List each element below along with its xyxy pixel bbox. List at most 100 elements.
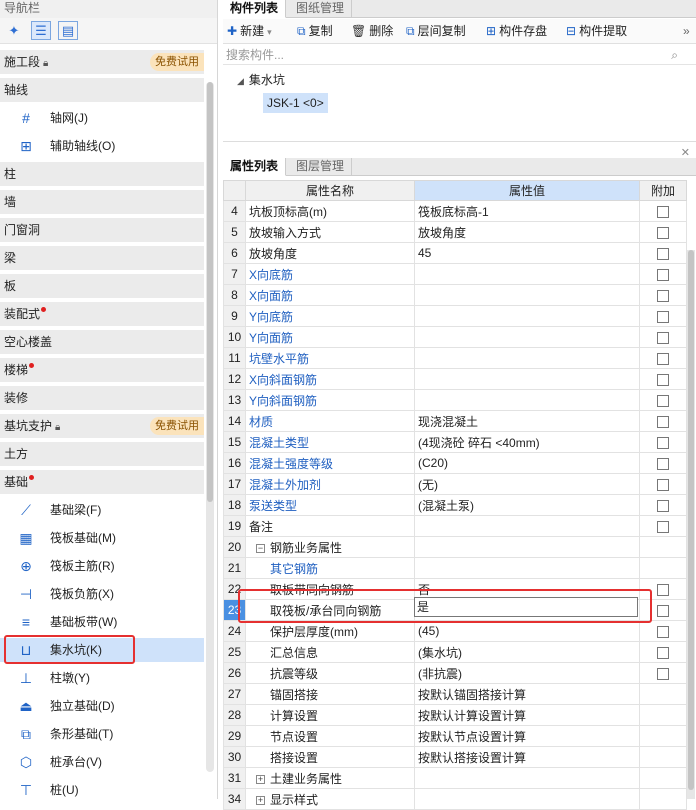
property-row[interactable]: 29 节点设置 按默认节点设置计算 [223, 725, 687, 747]
property-row[interactable]: 28 计算设置 按默认计算设置计算 [223, 704, 687, 726]
checkbox[interactable] [657, 604, 669, 617]
checkbox[interactable] [657, 583, 669, 596]
checkbox[interactable] [657, 646, 669, 659]
nav-category-hollow[interactable]: 空心楼盖 [0, 330, 204, 354]
checkbox[interactable] [657, 226, 669, 239]
nav-category-stair[interactable]: 楼梯 [0, 358, 204, 382]
nav-category-earth[interactable]: 土方 [0, 442, 204, 466]
nav-item-grid[interactable]: # 轴网(J) [0, 106, 204, 130]
nav-category-beam[interactable]: 梁 [0, 246, 204, 270]
checkbox[interactable] [657, 268, 669, 281]
property-row[interactable]: 9 Y向底筋 [223, 305, 687, 327]
property-value[interactable]: 现浇混凝土 [414, 410, 640, 432]
property-row[interactable]: 12 X向斜面钢筋 [223, 368, 687, 390]
property-value[interactable]: (集水坑) [414, 641, 640, 663]
tab-component-list[interactable]: 构件列表 [223, 0, 287, 18]
more-icon[interactable]: » [683, 23, 690, 40]
property-value[interactable]: 45 [414, 242, 640, 264]
property-value[interactable]: (45) [414, 620, 640, 642]
property-row[interactable]: 31 + 土建业务属性 [223, 767, 687, 789]
tree-root-node[interactable]: ◢ 集水坑 [237, 72, 285, 89]
checkbox[interactable] [657, 205, 669, 218]
search-icon[interactable]: ⌕ [671, 45, 678, 65]
tab-drawing-manage[interactable]: 图纸管理 [289, 0, 353, 18]
expand-icon[interactable]: + [256, 795, 265, 805]
nav-category-foundation[interactable]: 基础 [0, 470, 204, 494]
nav-category-decor[interactable]: 装修 [0, 386, 204, 410]
checkbox[interactable] [657, 667, 669, 680]
checkbox[interactable] [657, 394, 669, 407]
property-row[interactable]: 11 坑壁水平筋 [223, 347, 687, 369]
nav-category-slab[interactable]: 板 [0, 274, 204, 298]
property-value[interactable] [414, 515, 640, 537]
property-value[interactable]: (非抗震) [414, 662, 640, 684]
property-row[interactable]: 17 混凝土外加剂 (无) [223, 473, 687, 495]
checkbox[interactable] [657, 415, 669, 428]
tree-leaf-node[interactable]: JSK-1 <0> [263, 93, 328, 113]
property-value[interactable]: (C20) [414, 452, 640, 474]
free-trial-badge[interactable]: 免费试用 [150, 417, 204, 435]
checkbox[interactable] [657, 289, 669, 302]
delete-button[interactable]: 🗑︎ 删除 [351, 23, 393, 40]
property-row[interactable]: 10 Y向面筋 [223, 326, 687, 348]
checkbox[interactable] [657, 625, 669, 638]
checkbox[interactable] [657, 457, 669, 470]
property-row[interactable]: 26 抗震等级 (非抗震) [223, 662, 687, 684]
nav-category-column[interactable]: 柱 [0, 162, 204, 186]
nav-item-foundation-beam[interactable]: ⟋ 基础梁(F) [0, 498, 204, 522]
tab-layer-manage[interactable]: 图层管理 [289, 158, 353, 176]
property-value[interactable]: (无) [414, 473, 640, 495]
nav-item-aux-axis[interactable]: ⊞ 辅助轴线(O) [0, 134, 204, 158]
nav-category-construction[interactable]: 施工段 🔒︎ 免费试用 [0, 50, 204, 74]
list-view-icon[interactable]: ☰ [31, 21, 51, 40]
property-value[interactable]: 筏板底标高-1 [414, 200, 640, 222]
nav-scrollbar[interactable] [206, 82, 214, 772]
checkbox[interactable] [657, 520, 669, 533]
property-row[interactable]: 20− 钢筋业务属性 [223, 536, 687, 558]
nav-item-raft-main-rebar[interactable]: ⊕ 筏板主筋(R) [0, 554, 204, 578]
property-value[interactable] [414, 788, 640, 810]
nav-item-pier[interactable]: ⊥ 柱墩(Y) [0, 666, 204, 690]
nav-item-raft-neg-rebar[interactable]: ⊣ 筏板负筋(X) [0, 582, 204, 606]
property-value[interactable]: 按默认节点设置计算 [414, 725, 640, 747]
nav-category-door[interactable]: 门窗洞 [0, 218, 204, 242]
property-value[interactable] [414, 326, 640, 348]
property-row[interactable]: 18 泵送类型 (混凝土泵) [223, 494, 687, 516]
nav-item-pile-cap[interactable]: ⬡ 桩承台(V) [0, 750, 204, 774]
checkbox[interactable] [657, 331, 669, 344]
free-trial-badge[interactable]: 免费试用 [150, 53, 204, 71]
nav-scrollbar-thumb[interactable] [207, 82, 213, 502]
property-row[interactable]: 6 放坡角度 45 [223, 242, 687, 264]
property-row[interactable]: 25 汇总信息 (集水坑) [223, 641, 687, 663]
property-value[interactable] [414, 389, 640, 411]
property-value[interactable] [414, 263, 640, 285]
nav-category-prefab[interactable]: 装配式 [0, 302, 204, 326]
tab-property-list[interactable]: 属性列表 [223, 158, 287, 176]
checkbox[interactable] [657, 436, 669, 449]
property-value[interactable] [414, 368, 640, 390]
nav-item-strip-footing[interactable]: ⧉ 条形基础(T) [0, 722, 204, 746]
property-value[interactable]: (混凝土泵) [414, 494, 640, 516]
checkbox[interactable] [657, 373, 669, 386]
nav-item-slab-band[interactable]: ≡ 基础板带(W) [0, 610, 204, 634]
nav-category-axis[interactable]: 轴线 [0, 78, 204, 102]
extract-component-button[interactable]: ⊟ 构件提取 [566, 23, 627, 40]
property-row[interactable]: 7 X向底筋 [223, 263, 687, 285]
property-row[interactable]: 15 混凝土类型 (4现浇砼 碎石 <40mm) [223, 431, 687, 453]
property-row[interactable]: 5 放坡输入方式 放坡角度 [223, 221, 687, 243]
property-row[interactable]: 34 + 显示样式 [223, 788, 687, 810]
property-row[interactable]: 21 其它钢筋 [223, 557, 687, 579]
property-row[interactable]: 24 保护层厚度(mm) (45) [223, 620, 687, 642]
property-value[interactable]: 按默认锚固搭接计算 [414, 683, 640, 705]
floor-copy-button[interactable]: ⧉ 层间复制 [406, 23, 466, 40]
checkbox[interactable] [657, 247, 669, 260]
property-row[interactable]: 13 Y向斜面钢筋 [223, 389, 687, 411]
property-row[interactable]: 19 备注 [223, 515, 687, 537]
component-search-input[interactable]: 搜索构件... ⌕ [223, 45, 696, 65]
property-value[interactable]: 按默认计算设置计算 [414, 704, 640, 726]
property-scrollbar-thumb[interactable] [688, 250, 694, 790]
property-row[interactable]: 8 X向面筋 [223, 284, 687, 306]
property-value[interactable] [414, 347, 640, 369]
checkbox[interactable] [657, 499, 669, 512]
pin-icon[interactable]: ✦ [4, 21, 24, 40]
